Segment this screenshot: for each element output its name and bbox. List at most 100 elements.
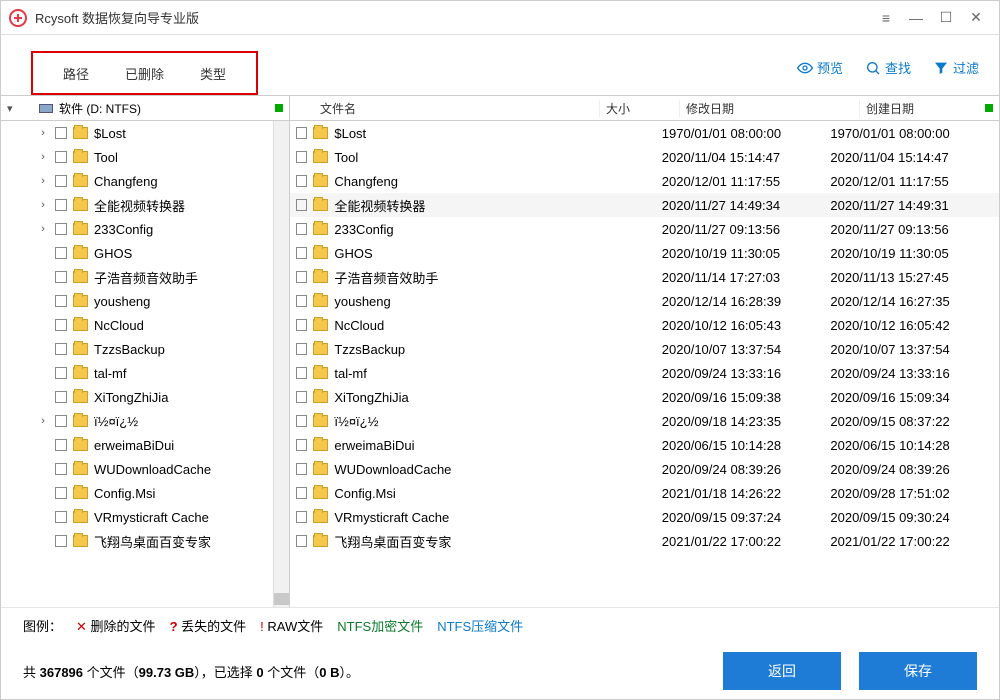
back-button[interactable]: 返回	[723, 652, 841, 690]
table-row[interactable]: 233Config2020/11/27 09:13:562020/11/27 0…	[290, 217, 999, 241]
table-row[interactable]: Changfeng2020/12/01 11:17:552020/12/01 1…	[290, 169, 999, 193]
col-header-name[interactable]: 文件名	[314, 100, 600, 117]
search-button[interactable]: 查找	[865, 58, 911, 77]
tree-item[interactable]: XiTongZhiJia	[1, 385, 273, 409]
table-row[interactable]: yousheng2020/12/14 16:28:392020/12/14 16…	[290, 289, 999, 313]
tree-item-checkbox[interactable]	[55, 175, 67, 187]
table-row[interactable]: Tool2020/11/04 15:14:472020/11/04 15:14:…	[290, 145, 999, 169]
table-row[interactable]: ï½¤ï¿½2020/09/18 14:23:352020/09/15 08:3…	[290, 409, 999, 433]
table-row[interactable]: 飞翔鸟桌面百变专家2021/01/22 17:00:222021/01/22 1…	[290, 529, 999, 553]
row-checkbox[interactable]	[296, 127, 307, 139]
tree-item[interactable]: ›Tool	[1, 145, 273, 169]
tree-item[interactable]: WUDownloadCache	[1, 457, 273, 481]
tree-item[interactable]: ›全能视频转换器	[1, 193, 273, 217]
tree-item-checkbox[interactable]	[55, 439, 67, 451]
tree-item-checkbox[interactable]	[55, 343, 67, 355]
tab-type[interactable]: 类型	[182, 64, 244, 83]
tree-item-checkbox[interactable]	[55, 151, 67, 163]
tree-item-checkbox[interactable]	[55, 271, 67, 283]
tree-item[interactable]: GHOS	[1, 241, 273, 265]
expand-icon[interactable]: ›	[37, 415, 49, 427]
row-checkbox[interactable]	[296, 319, 307, 331]
expand-icon[interactable]: ›	[37, 223, 49, 235]
tree-item-checkbox[interactable]	[55, 367, 67, 379]
tree-item[interactable]: NcCloud	[1, 313, 273, 337]
tree-item[interactable]: yousheng	[1, 289, 273, 313]
col-header-size[interactable]: 大小	[600, 100, 680, 117]
expand-icon[interactable]: ›	[37, 199, 49, 211]
row-checkbox[interactable]	[296, 247, 307, 259]
filter-button[interactable]: 过滤	[933, 58, 979, 77]
menu-button[interactable]: ≡	[871, 10, 901, 26]
row-checkbox[interactable]	[296, 223, 307, 235]
grid-body[interactable]: $Lost1970/01/01 08:00:001970/01/01 08:00…	[290, 121, 999, 607]
table-row[interactable]: $Lost1970/01/01 08:00:001970/01/01 08:00…	[290, 121, 999, 145]
preview-button[interactable]: 预览	[797, 58, 843, 77]
row-checkbox[interactable]	[296, 391, 307, 403]
row-checkbox[interactable]	[296, 175, 307, 187]
maximize-button[interactable]: ☐	[931, 9, 961, 26]
tree-item[interactable]: tal-mf	[1, 361, 273, 385]
table-row[interactable]: XiTongZhiJia2020/09/16 15:09:382020/09/1…	[290, 385, 999, 409]
expand-icon[interactable]: ›	[37, 151, 49, 163]
tree-item[interactable]: ›$Lost	[1, 121, 273, 145]
tree-item[interactable]: ›233Config	[1, 217, 273, 241]
table-row[interactable]: Config.Msi2021/01/18 14:26:222020/09/28 …	[290, 481, 999, 505]
tree-item-checkbox[interactable]	[55, 535, 67, 547]
row-checkbox[interactable]	[296, 415, 307, 427]
tree-item[interactable]: ›Changfeng	[1, 169, 273, 193]
table-row[interactable]: NcCloud2020/10/12 16:05:432020/10/12 16:…	[290, 313, 999, 337]
close-button[interactable]: ✕	[961, 9, 991, 26]
tree-item[interactable]: erweimaBiDui	[1, 433, 273, 457]
row-checkbox[interactable]	[296, 199, 307, 211]
row-checkbox[interactable]	[296, 463, 307, 475]
tree-scrollbar[interactable]	[273, 121, 289, 607]
tree-item-checkbox[interactable]	[55, 415, 67, 427]
row-checkbox[interactable]	[296, 343, 307, 355]
expand-icon[interactable]: ›	[37, 127, 49, 139]
tree-item-checkbox[interactable]	[55, 487, 67, 499]
row-checkbox[interactable]	[296, 487, 307, 499]
tree-item-checkbox[interactable]	[55, 199, 67, 211]
table-row[interactable]: 全能视频转换器2020/11/27 14:49:342020/11/27 14:…	[290, 193, 999, 217]
row-checkbox[interactable]	[296, 271, 307, 283]
tree-root-row[interactable]: ▾ 软件 (D: NTFS)	[1, 96, 289, 121]
table-row[interactable]: GHOS2020/10/19 11:30:052020/10/19 11:30:…	[290, 241, 999, 265]
tab-deleted[interactable]: 已删除	[107, 64, 182, 83]
table-row[interactable]: tal-mf2020/09/24 13:33:162020/09/24 13:3…	[290, 361, 999, 385]
tree-item-checkbox[interactable]	[55, 391, 67, 403]
tree-body[interactable]: ›$Lost›Tool›Changfeng›全能视频转换器›233ConfigG…	[1, 121, 273, 607]
row-checkbox[interactable]	[296, 367, 307, 379]
tree-item-checkbox[interactable]	[55, 223, 67, 235]
table-row[interactable]: WUDownloadCache2020/09/24 08:39:262020/0…	[290, 457, 999, 481]
tree-item[interactable]: Config.Msi	[1, 481, 273, 505]
row-checkbox[interactable]	[296, 295, 307, 307]
minimize-button[interactable]: —	[901, 10, 931, 26]
table-row[interactable]: TzzsBackup2020/10/07 13:37:542020/10/07 …	[290, 337, 999, 361]
table-row[interactable]: 子浩音频音效助手2020/11/14 17:27:032020/11/13 15…	[290, 265, 999, 289]
table-row[interactable]: VRmysticraft Cache2020/09/15 09:37:24202…	[290, 505, 999, 529]
col-header-created[interactable]: 创建日期	[860, 100, 985, 117]
tree-item-checkbox[interactable]	[55, 319, 67, 331]
row-checkbox[interactable]	[296, 511, 307, 523]
tree-item[interactable]: 子浩音频音效助手	[1, 265, 273, 289]
tab-path[interactable]: 路径	[45, 64, 107, 83]
tree-item-checkbox[interactable]	[55, 127, 67, 139]
row-checkbox[interactable]	[296, 535, 307, 547]
col-header-modified[interactable]: 修改日期	[680, 100, 860, 117]
save-button[interactable]: 保存	[859, 652, 977, 690]
tree-item-checkbox[interactable]	[55, 295, 67, 307]
tree-item-checkbox[interactable]	[55, 463, 67, 475]
row-checkbox[interactable]	[296, 439, 307, 451]
table-row[interactable]: erweimaBiDui2020/06/15 10:14:282020/06/1…	[290, 433, 999, 457]
tree-item[interactable]: TzzsBackup	[1, 337, 273, 361]
tree-item[interactable]: ›ï½¤ï¿½	[1, 409, 273, 433]
row-checkbox[interactable]	[296, 151, 307, 163]
tree-collapse-icon[interactable]: ▾	[7, 102, 13, 115]
tree-item-checkbox[interactable]	[55, 511, 67, 523]
tree-item-checkbox[interactable]	[55, 247, 67, 259]
tree-item[interactable]: VRmysticraft Cache	[1, 505, 273, 529]
tree-scroll-thumb[interactable]	[274, 593, 289, 605]
expand-icon[interactable]: ›	[37, 175, 49, 187]
tree-item[interactable]: 飞翔鸟桌面百变专家	[1, 529, 273, 553]
